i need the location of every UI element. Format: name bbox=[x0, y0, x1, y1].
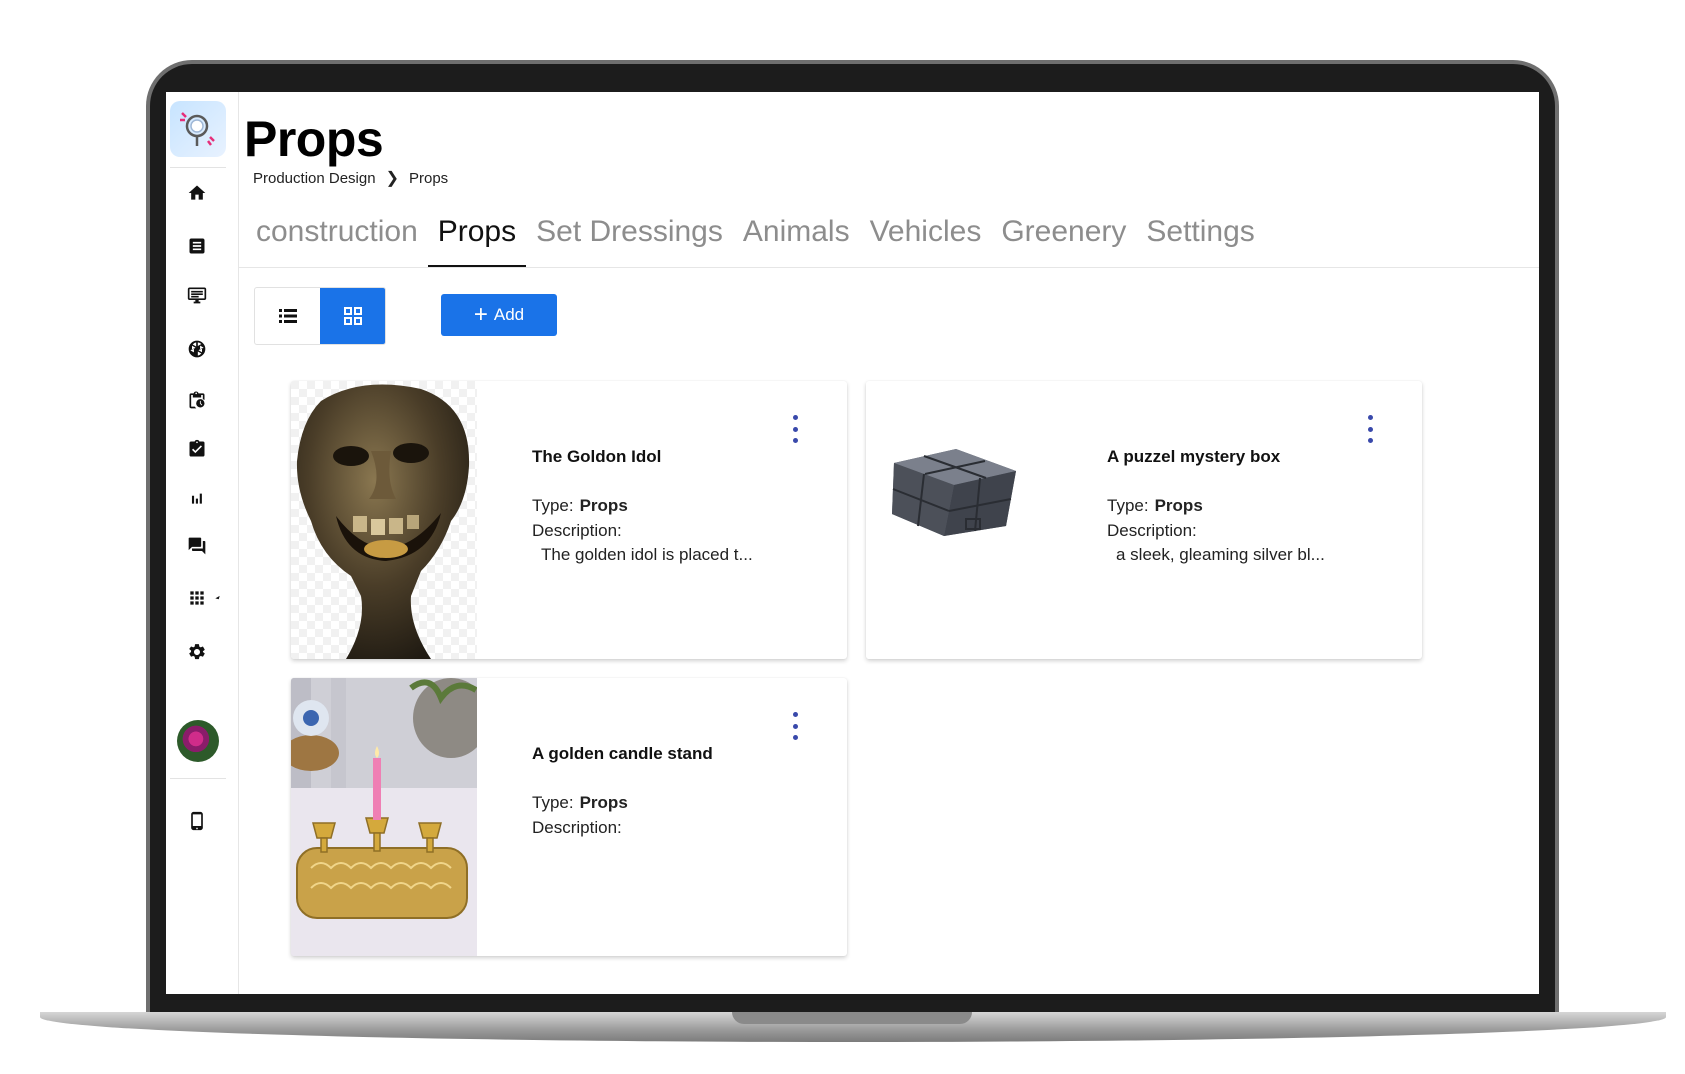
card-type: Type: Props bbox=[532, 793, 628, 812]
settings-icon[interactable] bbox=[182, 637, 212, 667]
home-icon[interactable] bbox=[182, 178, 212, 208]
card-description-label: Description: bbox=[532, 521, 622, 540]
tab-settings[interactable]: Settings bbox=[1136, 204, 1264, 264]
card-type-value: Props bbox=[579, 793, 628, 812]
breadcrumb-item-props: Props bbox=[408, 169, 449, 187]
tab-construction[interactable]: construction bbox=[246, 204, 428, 264]
card-description: The golden idol is placed t... bbox=[541, 545, 753, 564]
tab-props[interactable]: Props bbox=[427, 204, 527, 268]
prop-card[interactable]: A puzzel mystery box Type: Props Descript… bbox=[866, 381, 1422, 659]
card-title: The Goldon Idol bbox=[532, 447, 662, 466]
card-description-label: Description: bbox=[532, 818, 622, 837]
card-title: A puzzel mystery box bbox=[1107, 447, 1281, 466]
tab-set-dressings[interactable]: Set Dressings bbox=[526, 204, 733, 264]
grid-view-icon bbox=[343, 307, 362, 325]
tab-divider bbox=[239, 267, 1539, 268]
breadcrumb-item-production-design[interactable]: Production Design bbox=[253, 170, 376, 187]
list-view-icon bbox=[278, 309, 297, 323]
more-options-icon[interactable] bbox=[785, 712, 805, 740]
prop-image bbox=[291, 381, 477, 659]
laptop-notch bbox=[732, 1012, 972, 1024]
prop-image bbox=[291, 678, 489, 956]
chevron-down-icon[interactable] bbox=[210, 583, 226, 613]
plus-icon: + bbox=[473, 301, 488, 328]
tab-animals[interactable]: Animals bbox=[733, 204, 860, 264]
app-screen: Props Production Design ❯ Props construc… bbox=[166, 92, 1539, 994]
sidebar-divider bbox=[170, 778, 226, 779]
card-type-value: Props bbox=[1154, 496, 1203, 515]
app-logo[interactable] bbox=[170, 101, 226, 157]
magnifier-logo-icon bbox=[180, 112, 215, 146]
chat-icon[interactable] bbox=[182, 531, 212, 561]
apps-grid-icon[interactable] bbox=[182, 583, 212, 613]
prop-card[interactable]: A golden candle stand Type: Props Descrip… bbox=[291, 678, 847, 956]
presentation-icon[interactable] bbox=[182, 280, 212, 310]
add-button-label: Add bbox=[493, 305, 525, 324]
tab-vehicles[interactable]: Vehicles bbox=[860, 204, 992, 264]
avatar[interactable] bbox=[177, 720, 219, 762]
more-options-icon[interactable] bbox=[1360, 415, 1380, 443]
camera-shutter-icon[interactable] bbox=[182, 334, 212, 364]
card-description: a sleek, gleaming silver bl... bbox=[1116, 545, 1325, 564]
breadcrumb: Production Design ❯ Props bbox=[253, 168, 448, 188]
sidebar-divider bbox=[170, 167, 226, 168]
sidebar bbox=[166, 92, 239, 994]
tab-bar: construction Props Set Dressings Animals… bbox=[246, 204, 1265, 268]
clipboard-clock-icon[interactable] bbox=[182, 385, 212, 415]
list-view-button[interactable] bbox=[255, 288, 320, 344]
card-description-label: Description: bbox=[1107, 521, 1197, 540]
chevron-right-icon: ❯ bbox=[385, 170, 399, 187]
add-button[interactable]: + Add bbox=[441, 294, 557, 336]
mobile-icon[interactable] bbox=[182, 806, 212, 836]
more-options-icon[interactable] bbox=[785, 415, 805, 443]
prop-card[interactable]: The Goldon Idol Type: Props Description: … bbox=[291, 381, 847, 659]
checklist-icon[interactable] bbox=[182, 434, 212, 464]
card-type: Type: Props bbox=[532, 496, 628, 515]
grid-view-button[interactable] bbox=[320, 288, 385, 344]
prop-image bbox=[866, 381, 1052, 659]
card-type: Type: Props bbox=[1107, 496, 1203, 515]
page-title: Props bbox=[244, 111, 384, 167]
view-toggle bbox=[254, 287, 386, 345]
tab-greenery[interactable]: Greenery bbox=[991, 204, 1136, 264]
card-type-value: Props bbox=[579, 496, 628, 515]
card-title: A golden candle stand bbox=[532, 744, 713, 763]
bar-chart-icon[interactable] bbox=[182, 483, 212, 513]
document-icon[interactable] bbox=[182, 231, 212, 261]
